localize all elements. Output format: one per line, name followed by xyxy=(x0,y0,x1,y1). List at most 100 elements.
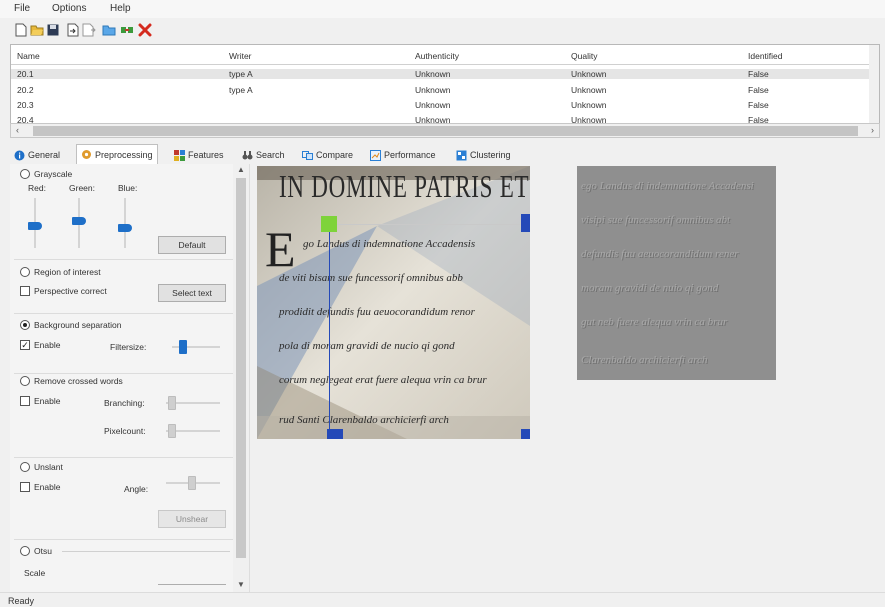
column-header-authenticity[interactable]: Authenticity xyxy=(415,51,459,61)
pixelcount-slider-thumb[interactable] xyxy=(168,424,176,438)
scroll-right-arrow-icon[interactable]: › xyxy=(871,125,874,135)
processed-line: gut neb fuere alequa vrin ca brur xyxy=(581,316,728,328)
cell-authenticity: Unknown xyxy=(415,100,451,110)
performance-icon xyxy=(370,149,381,161)
tab-compare[interactable]: Compare xyxy=(302,146,353,164)
roi-radio[interactable] xyxy=(20,267,30,277)
tab-label: Clustering xyxy=(470,150,511,160)
new-icon[interactable] xyxy=(14,23,28,37)
tab-features[interactable]: Features xyxy=(174,146,224,164)
roi-group: Region of interest Perspective correct S… xyxy=(14,262,236,314)
roi-handle-bottom-left[interactable] xyxy=(327,429,343,439)
tab-general[interactable]: General xyxy=(14,146,60,164)
folder-icon[interactable] xyxy=(102,23,116,37)
delete-icon[interactable] xyxy=(138,23,152,37)
scroll-up-arrow-icon[interactable]: ▲ xyxy=(237,165,245,174)
scroll-left-arrow-icon[interactable]: ‹ xyxy=(16,125,19,135)
roi-selection-box[interactable] xyxy=(329,224,526,432)
cell-writer: type A xyxy=(229,85,253,95)
processed-line: Clarenbaldo archicierfi arch xyxy=(581,354,708,366)
tab-label: General xyxy=(28,150,61,160)
blue-slider-track[interactable] xyxy=(124,198,126,248)
crossed-words-label: Remove crossed words xyxy=(34,376,123,386)
tab-label: Features xyxy=(188,150,224,160)
roi-handle-bottom-right[interactable] xyxy=(521,429,530,439)
tab-preprocessing[interactable]: Preprocessing xyxy=(76,144,158,164)
red-slider-thumb[interactable] xyxy=(28,221,42,230)
menu-help[interactable]: Help xyxy=(110,3,131,14)
processed-line: visipi sue funcessorif omnibus abt xyxy=(581,214,731,226)
cell-authenticity: Unknown xyxy=(415,69,451,79)
cell-name: 20.3 xyxy=(17,100,34,110)
tab-clustering[interactable]: Clustering xyxy=(456,146,511,164)
blue-slider-thumb[interactable] xyxy=(118,224,132,232)
scroll-down-arrow-icon[interactable]: ▼ xyxy=(237,580,245,589)
scale-button-edge[interactable] xyxy=(158,584,226,588)
perspective-checkbox[interactable] xyxy=(20,286,30,296)
compare-icon[interactable] xyxy=(120,23,134,37)
otsu-radio[interactable] xyxy=(20,546,30,556)
cell-quality: Unknown xyxy=(571,85,607,95)
cell-authenticity: Unknown xyxy=(415,85,451,95)
column-header-name[interactable]: Name xyxy=(17,51,40,61)
gear-icon xyxy=(82,150,91,159)
background-enable-checkbox[interactable]: ✓ xyxy=(20,340,30,350)
tab-performance[interactable]: Performance xyxy=(370,146,436,164)
table-vertical-scrollbar[interactable] xyxy=(869,45,879,125)
table-row[interactable]: 20.1 type A Unknown Unknown False xyxy=(11,69,871,79)
features-icon xyxy=(174,149,185,161)
unslant-enable-checkbox[interactable] xyxy=(20,482,30,492)
status-text: Ready xyxy=(8,596,35,606)
filtersize-slider-thumb[interactable] xyxy=(179,340,188,354)
processed-line: defundis fuu aeuocorandidum rener xyxy=(581,248,739,260)
green-label: Green: xyxy=(69,183,95,193)
manuscript-image[interactable]: IN DOMINE PATRIS ET FI E go Landus di in… xyxy=(257,166,530,439)
cell-name: 20.1 xyxy=(17,69,34,79)
branching-slider-thumb[interactable] xyxy=(168,396,176,410)
select-text-button[interactable]: Select text xyxy=(158,284,226,302)
tab-search[interactable]: Search xyxy=(242,146,285,164)
roi-handle-top-right[interactable] xyxy=(521,214,530,232)
tab-label: Performance xyxy=(384,150,436,160)
otsu-divider xyxy=(62,551,230,552)
unslant-label: Unslant xyxy=(34,462,63,472)
crossed-words-radio[interactable] xyxy=(20,376,30,386)
scrollbar-thumb[interactable] xyxy=(236,178,246,558)
processed-line: ego Landus di indemnatione Accadensi xyxy=(581,180,754,192)
unslant-radio[interactable] xyxy=(20,462,30,472)
column-header-identified[interactable]: Identified xyxy=(748,51,783,61)
menu-options[interactable]: Options xyxy=(52,3,86,14)
compare-icon xyxy=(302,150,313,160)
open-icon[interactable] xyxy=(30,23,44,37)
cell-quality: Unknown xyxy=(571,69,607,79)
table-row[interactable]: 20.3 Unknown Unknown False xyxy=(11,100,871,110)
crossed-enable-checkbox[interactable] xyxy=(20,396,30,406)
angle-label: Angle: xyxy=(124,484,149,494)
unshear-button[interactable]: Unshear xyxy=(158,510,226,528)
background-radio[interactable] xyxy=(20,320,30,330)
menu-bar: File Options Help xyxy=(0,0,885,18)
branching-label: Branching: xyxy=(104,398,145,408)
grayscale-label: Grayscale xyxy=(34,169,73,179)
table-row[interactable]: 20.2 type A Unknown Unknown False xyxy=(11,85,871,95)
blue-label: Blue: xyxy=(118,183,138,193)
scrollbar-thumb[interactable] xyxy=(33,126,858,136)
crossed-words-group: Remove crossed words Enable Branching: P… xyxy=(14,372,236,458)
background-label: Background separation xyxy=(34,320,122,330)
green-slider-thumb[interactable] xyxy=(72,216,86,225)
crossed-enable-label: Enable xyxy=(34,396,61,406)
save-icon[interactable] xyxy=(46,23,60,37)
angle-slider-thumb[interactable] xyxy=(188,476,196,490)
default-button[interactable]: Default xyxy=(158,236,226,254)
column-header-quality[interactable]: Quality xyxy=(571,51,597,61)
grayscale-radio[interactable] xyxy=(20,169,30,179)
import-icon[interactable] xyxy=(66,23,80,37)
table-horizontal-scrollbar[interactable]: ‹ › xyxy=(10,123,880,138)
menu-file[interactable]: File xyxy=(14,3,30,14)
cell-name: 20.2 xyxy=(17,85,34,95)
roi-handle-top-left[interactable] xyxy=(321,216,337,232)
export-icon[interactable] xyxy=(82,23,96,37)
cell-writer: type A xyxy=(229,69,253,79)
panel-vertical-scrollbar[interactable]: ▲ ▼ xyxy=(233,164,249,592)
column-header-writer[interactable]: Writer xyxy=(229,51,252,61)
